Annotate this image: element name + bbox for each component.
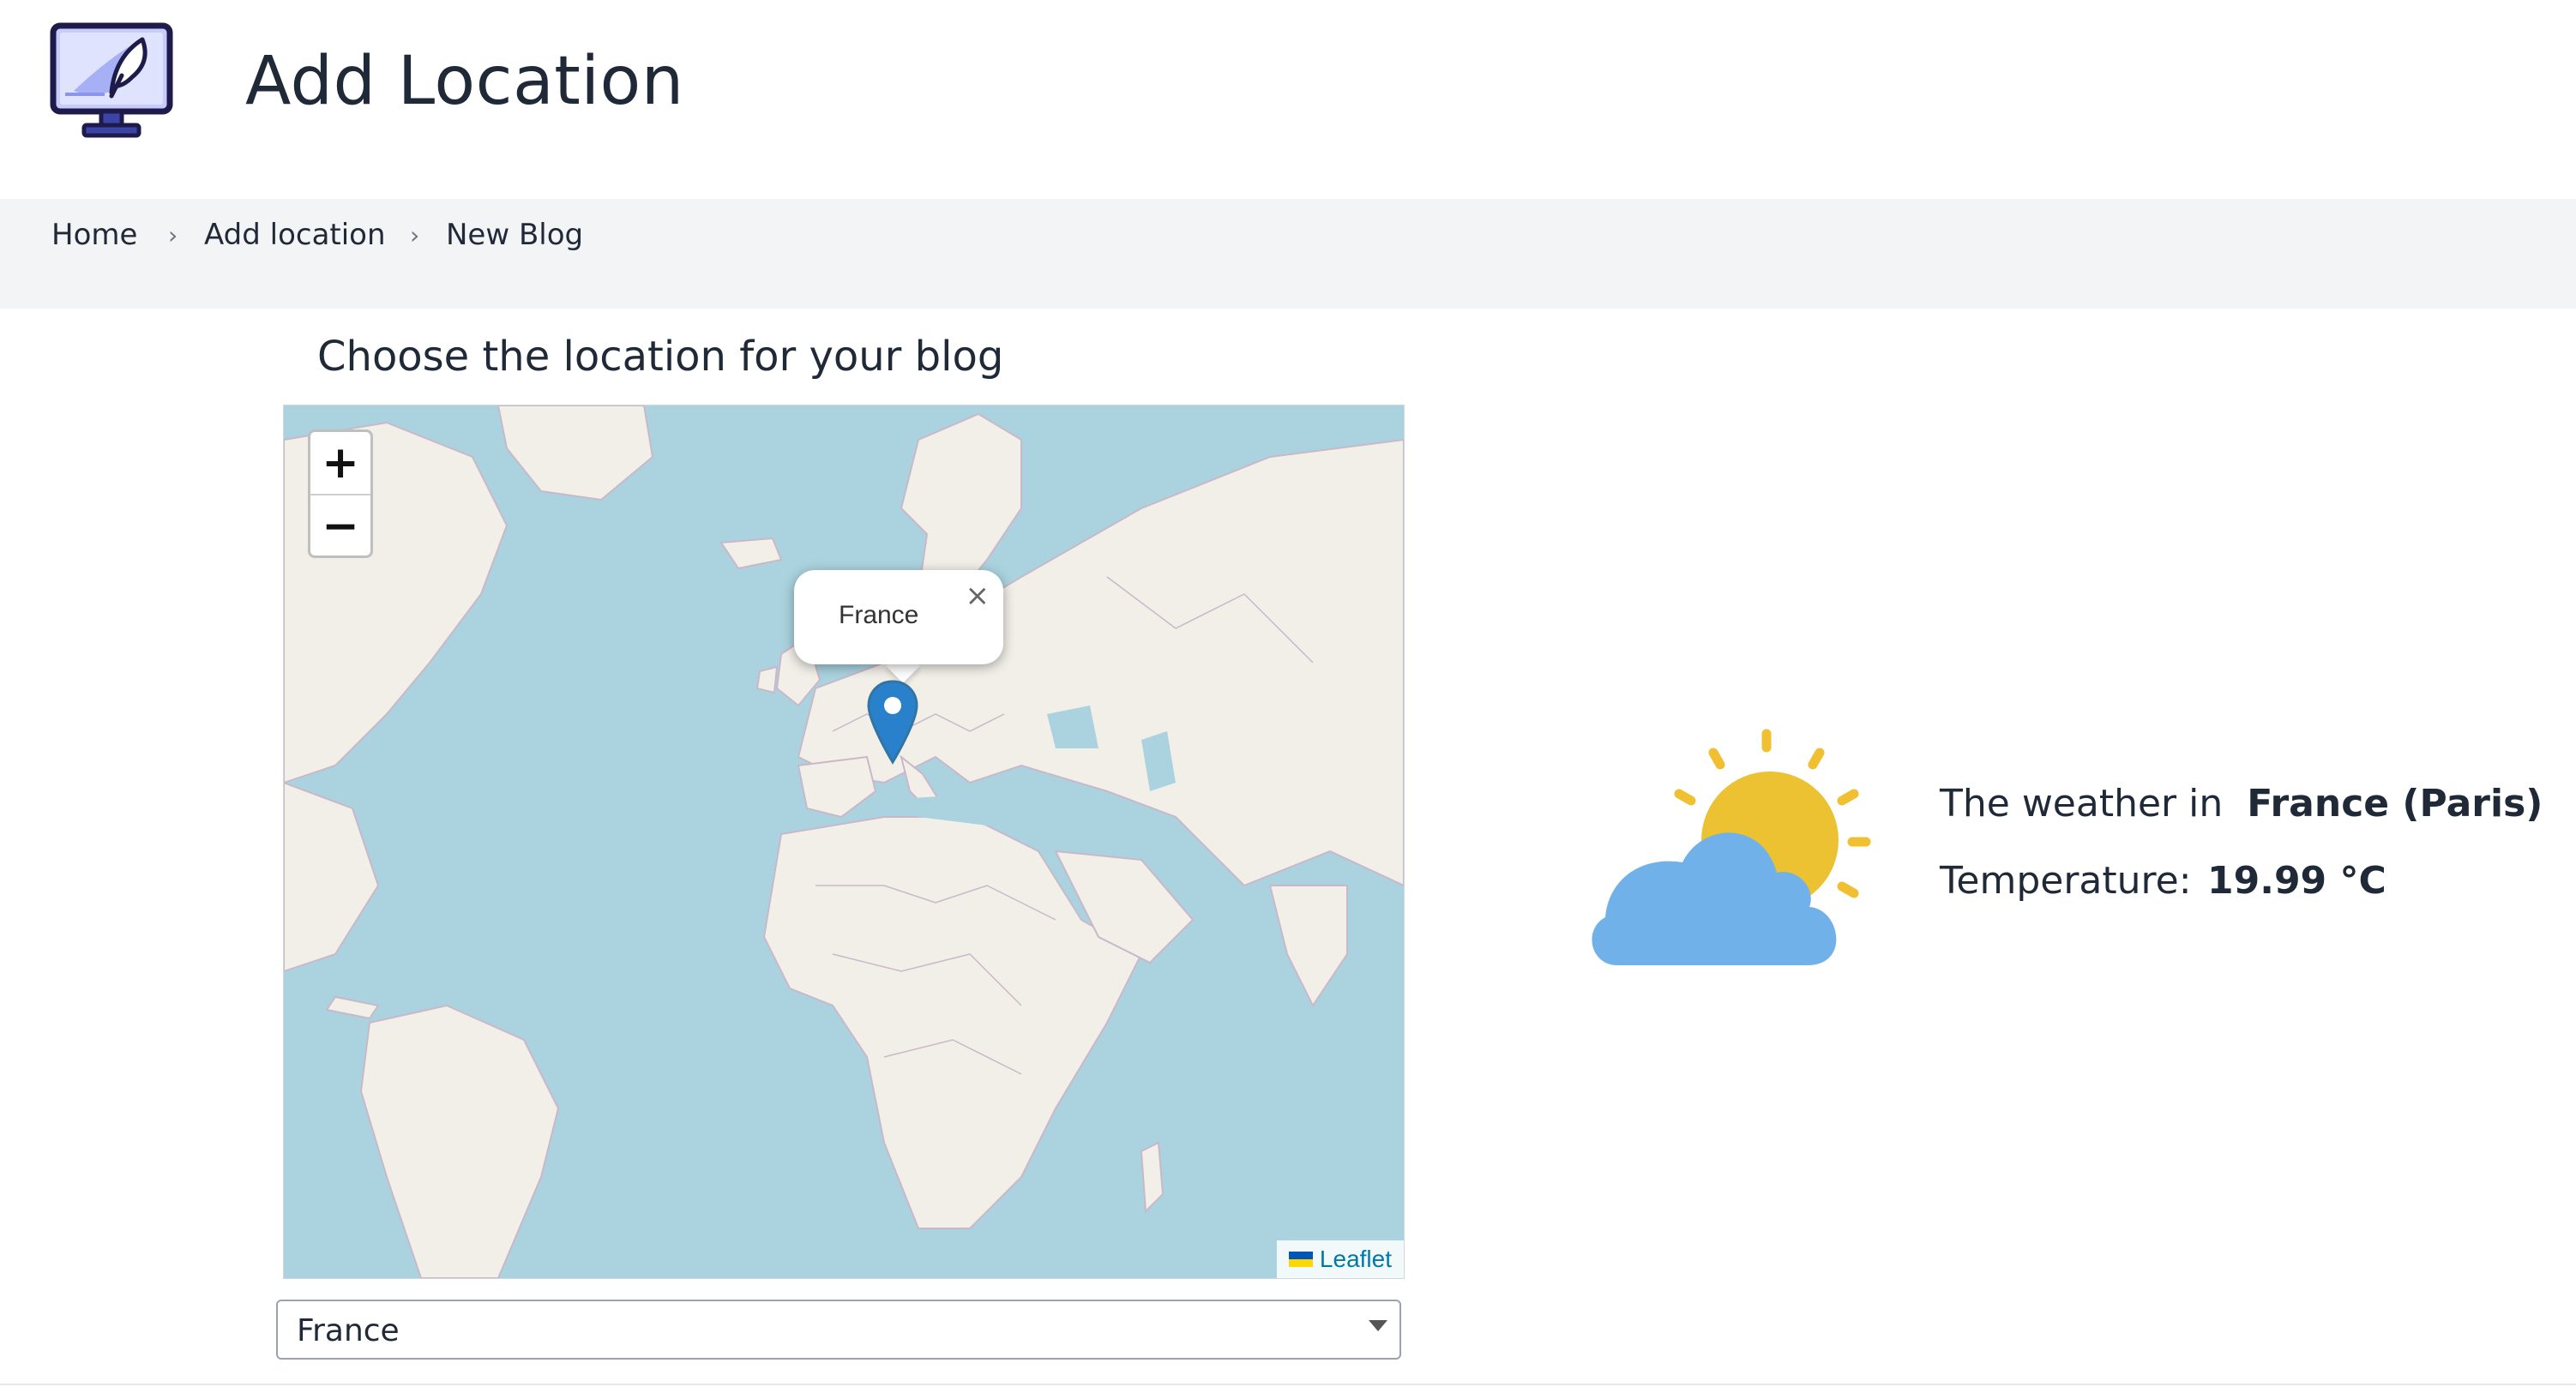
country-select-value: France [297,1313,400,1348]
zoom-out-button[interactable]: − [310,495,370,557]
location-map[interactable]: + − France × Leaflet [283,405,1405,1279]
map-attribution[interactable]: Leaflet [1276,1240,1404,1278]
weather-location: France (Paris) [2247,782,2543,826]
chevron-down-icon [1369,1320,1387,1331]
weather-prefix: The weather in [1940,782,2224,826]
app-header: Add Location [0,0,2576,199]
breadcrumb-add-location-link[interactable]: Add location [204,218,386,252]
page-title: Add Location [245,43,684,120]
section-heading: Choose the location for your blog [317,333,1004,381]
zoom-control: + − [308,429,373,558]
zoom-in-button[interactable]: + [310,432,370,495]
map-tiles [284,405,1404,1278]
breadcrumb [0,199,2576,309]
breadcrumb-new-blog: New Blog [446,218,584,252]
temperature-value: 19.99 °C [2207,859,2386,903]
popup-label: France [839,601,919,629]
chevron-right-icon: › [410,221,420,249]
weather-heading: The weather in France (Paris) [1940,782,2543,826]
breadcrumb-home-link[interactable]: Home [51,218,137,252]
ukraine-flag-icon [1288,1252,1313,1267]
monitor-feather-icon [50,22,173,138]
partly-cloudy-icon [1592,729,1871,965]
map-marker-icon[interactable] [865,680,920,766]
chevron-right-icon: › [168,221,178,249]
close-icon[interactable]: × [966,579,990,613]
map-popup: France × [794,570,1003,664]
divider [0,1384,2576,1385]
leaflet-link[interactable]: Leaflet [1320,1246,1392,1273]
temperature-label: Temperature: [1940,859,2192,903]
country-select[interactable]: France [276,1300,1401,1360]
